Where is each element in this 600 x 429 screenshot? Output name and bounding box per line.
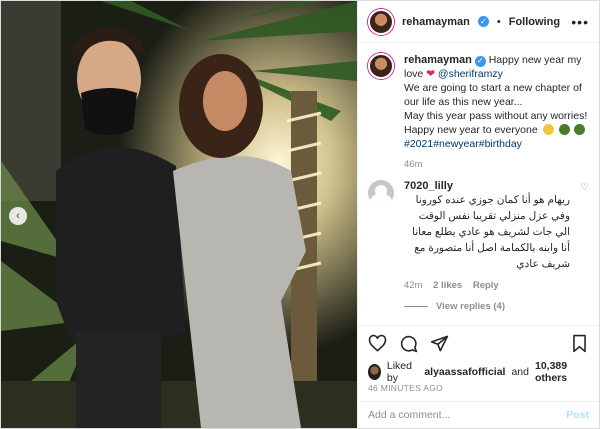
verified-icon: ✓ (474, 55, 486, 67)
add-comment-input[interactable]: Add a comment... (368, 409, 450, 421)
comment-likes[interactable]: 2 likes (433, 280, 462, 291)
comment-like-icon[interactable]: ♡ (580, 182, 589, 193)
post-timestamp[interactable]: 46 MINUTES AGO (358, 383, 599, 401)
liked-by-row: Liked by alyaassafofficial and 10,389 ot… (358, 360, 599, 384)
post-comment-button[interactable]: Post (566, 409, 589, 421)
more-options-icon[interactable]: ••• (571, 14, 589, 30)
commenter-avatar[interactable] (368, 180, 394, 206)
sunglasses-emoji-icon (574, 124, 586, 135)
separator-dot: • (496, 15, 501, 28)
comment-text: ريهام هو أنا كمان جوزي عنده كورونا وفي ع… (412, 194, 571, 270)
post-window: ‹ rehamayman ✓ • Following ••• rehamayma… (0, 0, 600, 429)
caption-line4: Happy new year to everyone (404, 124, 538, 136)
caption-username[interactable]: rehamayman (404, 54, 472, 66)
author-username[interactable]: rehamayman (402, 16, 470, 28)
share-icon[interactable] (430, 334, 449, 353)
liked-by-others[interactable]: 10,389 others (535, 360, 589, 384)
view-replies-label: View replies (4) (436, 301, 505, 312)
comment-icon[interactable] (399, 334, 418, 353)
previous-slide-icon[interactable]: ‹ (9, 207, 27, 225)
caption-time: 46m (404, 159, 423, 170)
like-icon[interactable] (368, 334, 387, 353)
post-sidebar: rehamayman ✓ • Following ••• rehamayman … (357, 1, 599, 428)
caption-hashtags[interactable]: #2021#newyear#birthday (404, 138, 522, 150)
following-button[interactable]: Following (509, 16, 560, 28)
reply-button[interactable]: Reply (473, 280, 499, 291)
liked-by-middle: and (511, 366, 529, 378)
caption-line2: We are going to start a new chapter of o… (404, 82, 582, 108)
comment-time: 42m (404, 280, 423, 291)
view-replies-button[interactable]: View replies (4) (404, 301, 589, 312)
bookmark-icon[interactable] (570, 334, 589, 353)
verified-icon: ✓ (477, 16, 489, 27)
liked-by-user[interactable]: alyaassafofficial (424, 366, 505, 378)
post-photo[interactable]: ‹ (1, 1, 357, 428)
liked-by-prefix: Liked by (386, 360, 412, 384)
caption-avatar[interactable] (368, 53, 394, 79)
comment-meta: 42m 2 likes Reply (404, 280, 570, 291)
heart-emoji-icon: ❤ (426, 68, 435, 80)
caption-block: rehamayman ✓ Happy new year my love ❤ @s… (368, 53, 589, 170)
comment-item: 7020_lilly ريهام هو أنا كمان جوزي عنده ك… (368, 180, 589, 291)
caption-meta: 46m (404, 159, 589, 170)
commenter-username[interactable]: 7020_lilly (404, 180, 570, 192)
liker-avatar[interactable] (368, 364, 381, 380)
sunglasses-emoji-icon (558, 124, 570, 135)
comments-list[interactable]: rehamayman ✓ Happy new year my love ❤ @s… (358, 43, 599, 325)
caption-mention[interactable]: @sheriframzy (438, 68, 503, 80)
action-bar (358, 325, 599, 361)
post-header: rehamayman ✓ • Following ••• (358, 1, 599, 43)
caption-line3: May this year pass without any worries! (404, 110, 588, 122)
author-avatar[interactable] (368, 8, 394, 35)
smile-emoji-icon (542, 124, 554, 135)
add-comment-bar: Add a comment... Post (358, 401, 599, 428)
caption-text: rehamayman ✓ Happy new year my love ❤ @s… (404, 53, 589, 151)
photo-illustration (1, 1, 357, 428)
